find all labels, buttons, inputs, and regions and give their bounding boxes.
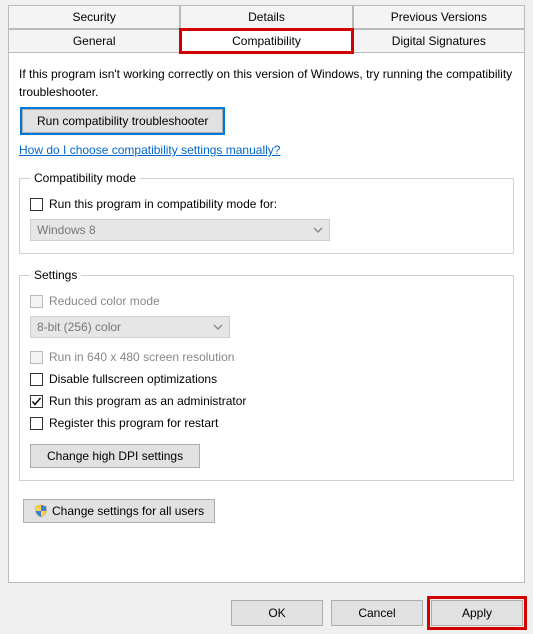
compat-mode-checkbox[interactable] xyxy=(30,198,43,211)
cancel-button[interactable]: Cancel xyxy=(331,600,423,626)
chevron-down-icon xyxy=(213,322,223,332)
manual-settings-link[interactable]: How do I choose compatibility settings m… xyxy=(19,143,280,157)
shield-icon xyxy=(34,504,48,518)
run-640-label: Run in 640 x 480 screen resolution xyxy=(49,350,234,364)
run-as-admin-label: Run this program as an administrator xyxy=(49,394,246,408)
disable-fullscreen-label: Disable fullscreen optimizations xyxy=(49,372,217,386)
register-restart-checkbox[interactable] xyxy=(30,417,43,430)
color-mode-value: 8-bit (256) color xyxy=(37,320,121,334)
ok-button[interactable]: OK xyxy=(231,600,323,626)
tab-details[interactable]: Details xyxy=(180,5,352,29)
settings-legend: Settings xyxy=(30,268,81,282)
compatibility-mode-group: Compatibility mode Run this program in c… xyxy=(19,171,514,254)
change-all-users-label: Change settings for all users xyxy=(52,504,204,518)
chevron-down-icon xyxy=(313,225,323,235)
run-troubleshooter-button[interactable]: Run compatibility troubleshooter xyxy=(22,109,223,133)
compat-mode-legend: Compatibility mode xyxy=(30,171,140,185)
color-mode-select: 8-bit (256) color xyxy=(30,316,230,338)
change-all-users-button[interactable]: Change settings for all users xyxy=(23,499,215,523)
tab-digital-signatures[interactable]: Digital Signatures xyxy=(353,29,525,53)
run-640-checkbox xyxy=(30,351,43,364)
checkmark-icon xyxy=(31,396,42,407)
reduced-color-label: Reduced color mode xyxy=(49,294,160,308)
disable-fullscreen-checkbox[interactable] xyxy=(30,373,43,386)
settings-group: Settings Reduced color mode 8-bit (256) … xyxy=(19,268,514,481)
change-dpi-button[interactable]: Change high DPI settings xyxy=(30,444,200,468)
compat-mode-select-value: Windows 8 xyxy=(37,223,96,237)
dialog-buttons: OK Cancel Apply xyxy=(231,600,523,626)
apply-button[interactable]: Apply xyxy=(431,600,523,626)
tab-security[interactable]: Security xyxy=(8,5,180,29)
compat-mode-label: Run this program in compatibility mode f… xyxy=(49,197,277,211)
tab-general[interactable]: General xyxy=(8,29,180,53)
reduced-color-checkbox xyxy=(30,295,43,308)
tab-previous-versions[interactable]: Previous Versions xyxy=(353,5,525,29)
tab-compatibility[interactable]: Compatibility xyxy=(180,29,352,53)
compat-mode-select[interactable]: Windows 8 xyxy=(30,219,330,241)
tab-strip: Security Details Previous Versions Gener… xyxy=(0,0,533,53)
intro-text: If this program isn't working correctly … xyxy=(19,65,514,101)
register-restart-label: Register this program for restart xyxy=(49,416,218,430)
run-as-admin-checkbox[interactable] xyxy=(30,395,43,408)
tab-compatibility-label: Compatibility xyxy=(232,34,301,48)
compatibility-panel: If this program isn't working correctly … xyxy=(8,53,525,583)
properties-dialog: Security Details Previous Versions Gener… xyxy=(0,0,533,634)
